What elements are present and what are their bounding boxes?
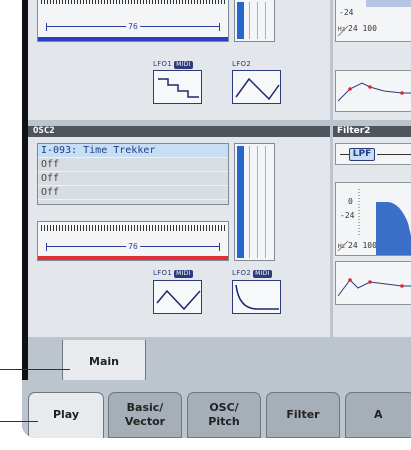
tab-filter[interactable]: Filter bbox=[266, 392, 340, 438]
lcd-screen: 76 LFO1 MIDI LFO2 -24 Hz 24 100 OSC2 I-0… bbox=[28, 0, 411, 380]
osc2-lfo2-button[interactable] bbox=[232, 280, 281, 314]
osc2-keyboard bbox=[41, 225, 225, 231]
osc2-lfo1-button[interactable] bbox=[153, 280, 202, 314]
triangle-wave-icon bbox=[235, 77, 280, 101]
osc2-level-fill bbox=[237, 146, 244, 258]
osc1-lfo1-button[interactable] bbox=[153, 70, 202, 104]
filter2-header: Filter2 bbox=[333, 126, 411, 137]
mode-tab-bar: Play Basic/ Vector OSC/ Pitch Filter A bbox=[22, 380, 411, 438]
midi-badge: MIDI bbox=[174, 61, 193, 69]
display-frame: 76 LFO1 MIDI LFO2 -24 Hz 24 100 OSC2 I-0… bbox=[22, 0, 411, 438]
filter2-lowpass-curve bbox=[337, 189, 411, 255]
tab-basic-vector-line1: Basic/ bbox=[126, 401, 164, 414]
osc1-level-fill bbox=[237, 2, 244, 39]
tab-play-label: Play bbox=[52, 408, 80, 421]
osc1-lfo1-label: LFO1 MIDI bbox=[153, 60, 193, 69]
exponential-decay-icon bbox=[235, 284, 279, 310]
tab-osc-pitch[interactable]: OSC/ Pitch bbox=[187, 392, 261, 438]
filter2-response-graph: 0 -24 Hz 24 100 bbox=[335, 182, 411, 256]
filter2-envelope-curve bbox=[337, 278, 411, 297]
midi-badge: MIDI bbox=[253, 270, 272, 278]
square-wave-icon bbox=[158, 78, 199, 98]
tab-basic-vector[interactable]: Basic/ Vector bbox=[108, 392, 182, 438]
osc2-multisample-4[interactable]: Off bbox=[38, 186, 228, 200]
osc2-key-bar bbox=[38, 256, 228, 260]
callout-line-main bbox=[0, 369, 70, 370]
osc2-multisample-1[interactable]: I-093: Time Trekker bbox=[38, 144, 228, 158]
osc1-key-range[interactable]: 76 bbox=[37, 0, 229, 42]
osc1-range-indicator: 76 bbox=[46, 22, 220, 31]
tab-play[interactable]: Play bbox=[28, 392, 104, 438]
tab-next-partial-label: A bbox=[374, 408, 383, 421]
osc1-keyboard bbox=[41, 0, 225, 4]
tab-osc-pitch-line2: Pitch bbox=[208, 415, 240, 428]
triangle-wave-icon bbox=[156, 289, 201, 311]
tab-basic-vector-line2: Vector bbox=[124, 415, 166, 428]
tab-next-partial[interactable]: A bbox=[345, 392, 411, 438]
osc2-panel: I-093: Time Trekker Off Off Off 76 LFO1 M… bbox=[28, 137, 330, 337]
filter2-type-label: LPF bbox=[349, 148, 375, 161]
filter1-envelope-curve bbox=[337, 82, 411, 102]
midi-badge: MIDI bbox=[174, 270, 193, 278]
osc2-multisample-3[interactable]: Off bbox=[38, 172, 228, 186]
osc2-level-meter[interactable] bbox=[234, 143, 275, 261]
filter1-panel: -24 Hz 24 100 bbox=[333, 0, 411, 120]
osc1-lfo2-button[interactable] bbox=[232, 70, 281, 104]
filter1-response-graph: -24 Hz 24 100 bbox=[335, 0, 411, 42]
osc2-key-range-value: 76 bbox=[126, 242, 140, 251]
tab-osc-pitch-line1: OSC/ bbox=[209, 401, 239, 414]
osc2-header: OSC2 bbox=[28, 126, 330, 137]
tab-filter-label: Filter bbox=[286, 408, 320, 421]
osc2-lfo1-label: LFO1 MIDI bbox=[153, 269, 193, 278]
osc2-multisample-2[interactable]: Off bbox=[38, 158, 228, 172]
osc1-key-range-value: 76 bbox=[126, 22, 140, 31]
callout-line-play bbox=[0, 421, 38, 422]
osc2-lfo2-label: LFO2 MIDI bbox=[232, 269, 272, 278]
osc1-panel: 76 LFO1 MIDI LFO2 bbox=[28, 0, 330, 120]
filter2-type-button[interactable]: LPF bbox=[335, 143, 411, 165]
filter2-envelope-graph[interactable] bbox=[335, 261, 411, 305]
osc1-lfo2-label: LFO2 bbox=[232, 60, 252, 68]
osc2-range-indicator: 76 bbox=[46, 242, 220, 251]
osc2-key-range[interactable]: 76 bbox=[37, 221, 229, 261]
filter2-panel: LPF 0 -24 Hz 24 100 bbox=[333, 137, 411, 337]
filter1-envelope-graph[interactable] bbox=[335, 70, 411, 112]
osc2-multisample-list[interactable]: I-093: Time Trekker Off Off Off bbox=[37, 143, 229, 205]
osc1-level-meter[interactable] bbox=[234, 0, 275, 42]
osc1-key-bar bbox=[38, 37, 228, 41]
